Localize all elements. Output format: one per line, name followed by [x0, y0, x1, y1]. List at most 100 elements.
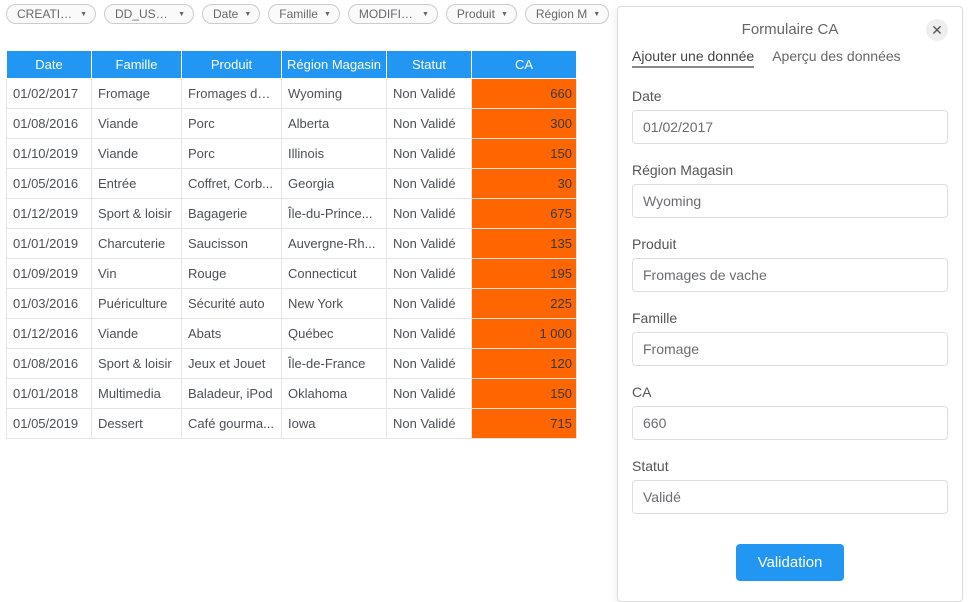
close-icon[interactable]: ✕ — [926, 19, 948, 41]
cell-famille: Dessert — [92, 409, 182, 439]
cell-ca: 150 — [472, 379, 577, 409]
cell-date: 01/05/2016 — [7, 169, 92, 199]
filter-pill[interactable]: Date▼ — [202, 4, 260, 24]
cell-ca: 715 — [472, 409, 577, 439]
col-header-produit[interactable]: Produit — [182, 51, 282, 79]
cell-region: Iowa — [282, 409, 387, 439]
cell-date: 01/09/2019 — [7, 259, 92, 289]
filter-pill[interactable]: CREATIO... ▼ — [6, 4, 96, 24]
table-row[interactable]: 01/05/2019DessertCafé gourma...IowaNon V… — [7, 409, 577, 439]
cell-date: 01/10/2019 — [7, 139, 92, 169]
table-row[interactable]: 01/10/2019ViandePorcIllinoisNon Validé15… — [7, 139, 577, 169]
cell-ca: 660 — [472, 79, 577, 109]
cell-statut: Non Validé — [387, 409, 472, 439]
col-header-ca[interactable]: CA — [472, 51, 577, 79]
cell-ca: 300 — [472, 109, 577, 139]
filter-pill[interactable]: MODIFICA... ▼ — [348, 4, 438, 24]
cell-famille: Entrée — [92, 169, 182, 199]
cell-produit: Bagagerie — [182, 199, 282, 229]
chevron-down-icon: ▼ — [593, 11, 600, 18]
table-row[interactable]: 01/09/2019VinRougeConnecticutNon Validé1… — [7, 259, 577, 289]
chevron-down-icon: ▼ — [422, 11, 429, 18]
table-row[interactable]: 01/08/2016Sport & loisirJeux et JouetÎle… — [7, 349, 577, 379]
cell-date: 01/08/2016 — [7, 349, 92, 379]
panel-title: Formulaire CA — [742, 21, 839, 38]
cell-produit: Fromages de... — [182, 79, 282, 109]
cell-region: Oklahoma — [282, 379, 387, 409]
cell-produit: Coffret, Corb... — [182, 169, 282, 199]
cell-ca: 120 — [472, 349, 577, 379]
cell-date: 01/12/2016 — [7, 319, 92, 349]
validation-button[interactable]: Validation — [736, 544, 845, 581]
label-produit: Produit — [632, 236, 948, 252]
label-region: Région Magasin — [632, 162, 948, 178]
col-header-statut[interactable]: Statut — [387, 51, 472, 79]
cell-ca: 135 — [472, 229, 577, 259]
chevron-down-icon: ▼ — [178, 11, 185, 18]
cell-region: Wyoming — [282, 79, 387, 109]
cell-famille: Viande — [92, 109, 182, 139]
cell-region: New York — [282, 289, 387, 319]
tab-add-data[interactable]: Ajouter une donnée — [632, 48, 754, 68]
cell-produit: Café gourma... — [182, 409, 282, 439]
cell-date: 01/05/2019 — [7, 409, 92, 439]
table-row[interactable]: 01/12/2019Sport & loisirBagagerieÎle-du-… — [7, 199, 577, 229]
filter-pill[interactable]: DD_USER▼ — [104, 4, 194, 24]
cell-region: Île-de-France — [282, 349, 387, 379]
col-header-region[interactable]: Région Magasin — [282, 51, 387, 79]
cell-region: Illinois — [282, 139, 387, 169]
cell-statut: Non Validé — [387, 259, 472, 289]
col-header-famille[interactable]: Famille — [92, 51, 182, 79]
cell-statut: Non Validé — [387, 109, 472, 139]
cell-statut: Non Validé — [387, 169, 472, 199]
cell-ca: 30 — [472, 169, 577, 199]
table-row[interactable]: 01/02/2017FromageFromages de...WyomingNo… — [7, 79, 577, 109]
filter-label: Produit — [457, 7, 495, 21]
label-famille: Famille — [632, 310, 948, 326]
table-row[interactable]: 01/01/2019CharcuterieSaucissonAuvergne-R… — [7, 229, 577, 259]
table-row[interactable]: 01/01/2018MultimediaBaladeur, iPodOklaho… — [7, 379, 577, 409]
filter-pill[interactable]: Région M▼ — [525, 4, 609, 24]
chevron-down-icon: ▼ — [501, 11, 508, 18]
cell-produit: Jeux et Jouet — [182, 349, 282, 379]
input-famille[interactable] — [632, 332, 948, 366]
col-header-date[interactable]: Date — [7, 51, 92, 79]
cell-famille: Viande — [92, 139, 182, 169]
input-produit[interactable] — [632, 258, 948, 292]
input-region[interactable] — [632, 184, 948, 218]
table-row[interactable]: 01/08/2016ViandePorcAlbertaNon Validé300 — [7, 109, 577, 139]
filter-pill[interactable]: Famille▼ — [268, 4, 340, 24]
table-header-row: Date Famille Produit Région Magasin Stat… — [7, 51, 577, 79]
cell-region: Connecticut — [282, 259, 387, 289]
cell-ca: 150 — [472, 139, 577, 169]
cell-date: 01/03/2016 — [7, 289, 92, 319]
input-date[interactable] — [632, 110, 948, 144]
field-famille: Famille — [632, 310, 948, 366]
table-row[interactable]: 01/03/2016PuéricultureSécurité autoNew Y… — [7, 289, 577, 319]
tab-preview-data[interactable]: Aperçu des données — [772, 48, 900, 68]
cell-produit: Saucisson — [182, 229, 282, 259]
cell-statut: Non Validé — [387, 319, 472, 349]
cell-famille: Sport & loisir — [92, 199, 182, 229]
filter-label: MODIFICA... — [359, 7, 416, 21]
field-date: Date — [632, 88, 948, 144]
chevron-down-icon: ▼ — [80, 11, 87, 18]
cell-produit: Porc — [182, 139, 282, 169]
cell-famille: Viande — [92, 319, 182, 349]
cell-statut: Non Validé — [387, 349, 472, 379]
cell-famille: Sport & loisir — [92, 349, 182, 379]
filter-pill[interactable]: Produit ▼ — [446, 4, 517, 24]
input-ca[interactable] — [632, 406, 948, 440]
filter-label: Date — [213, 7, 238, 21]
cell-famille: Fromage — [92, 79, 182, 109]
cell-statut: Non Validé — [387, 139, 472, 169]
cell-statut: Non Validé — [387, 199, 472, 229]
cell-date: 01/12/2019 — [7, 199, 92, 229]
cell-ca: 195 — [472, 259, 577, 289]
cell-produit: Baladeur, iPod — [182, 379, 282, 409]
filter-label: CREATIO... — [17, 7, 74, 21]
input-statut[interactable] — [632, 480, 948, 514]
cell-statut: Non Validé — [387, 379, 472, 409]
table-row[interactable]: 01/12/2016ViandeAbatsQuébecNon Validé1 0… — [7, 319, 577, 349]
table-row[interactable]: 01/05/2016EntréeCoffret, Corb...GeorgiaN… — [7, 169, 577, 199]
